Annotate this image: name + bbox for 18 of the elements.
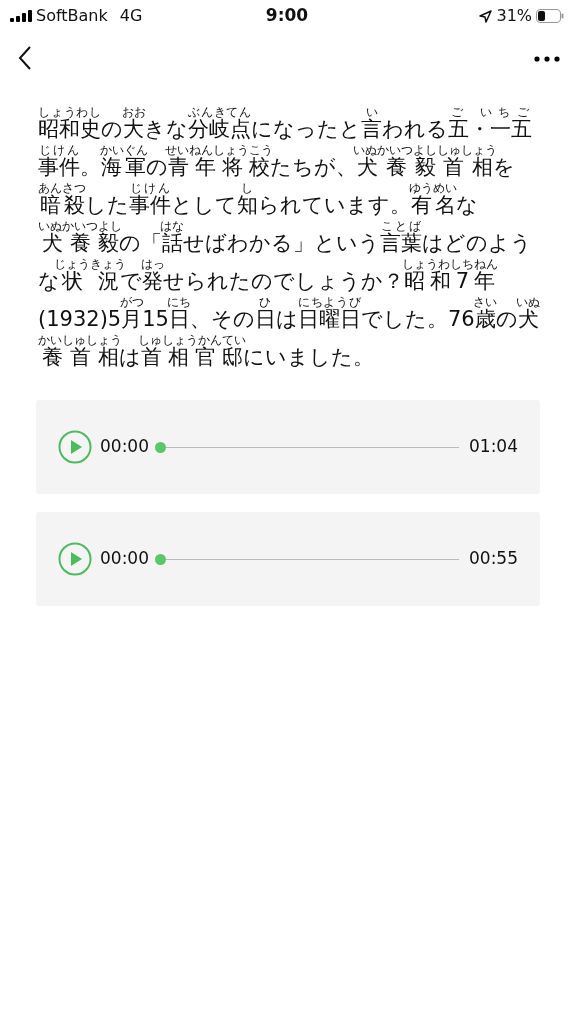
more-icon [534,55,560,62]
article-paragraph: 昭和史 しょうわし の大 おお きな分岐点 ぶんきてん になったと 言 い われる五・一五 ご いちご 事件 じけん 。海軍 かいぐん の青年将校 せいねんしょうこう たちが、犬養毅首相 いぬかいつよししゅしょう を 暗殺 あんさつ した事件 じけん として知 し られています。有名 ゆうめい な 犬養毅 いぬかいつよし の「話 はな せばわかる」という 言葉 ことば はどのような状況 じょうきょう で発 はっ せられたのでしょうか？昭和7年 しょうわしちねん (1932)5月 がつ 15 日 にち 、その 日 ひ は 日曜日 にちようび でした。76歳 さい の犬養首相 いぬかいしゅしょう は首相官邸 しゅしょうかんてい にいました。 [38,106,542,371]
network-type: 4G [119,5,143,27]
play-button[interactable] [58,430,92,464]
location-arrow-icon [479,9,493,23]
total-duration: 01:04 [469,435,518,459]
progress-thumb[interactable] [155,441,166,453]
current-time: 00:00 [100,435,149,459]
clock-time: 9:00 [265,4,309,28]
carrier-name: SoftBank [36,5,108,27]
current-time: 00:00 [100,547,149,571]
back-icon [18,45,32,71]
battery-percent: 31% [496,5,532,27]
total-duration: 00:55 [469,547,518,571]
signal-icon [10,10,32,22]
play-button[interactable] [58,542,92,576]
progress-thumb[interactable] [155,553,166,565]
battery-icon [536,9,564,23]
